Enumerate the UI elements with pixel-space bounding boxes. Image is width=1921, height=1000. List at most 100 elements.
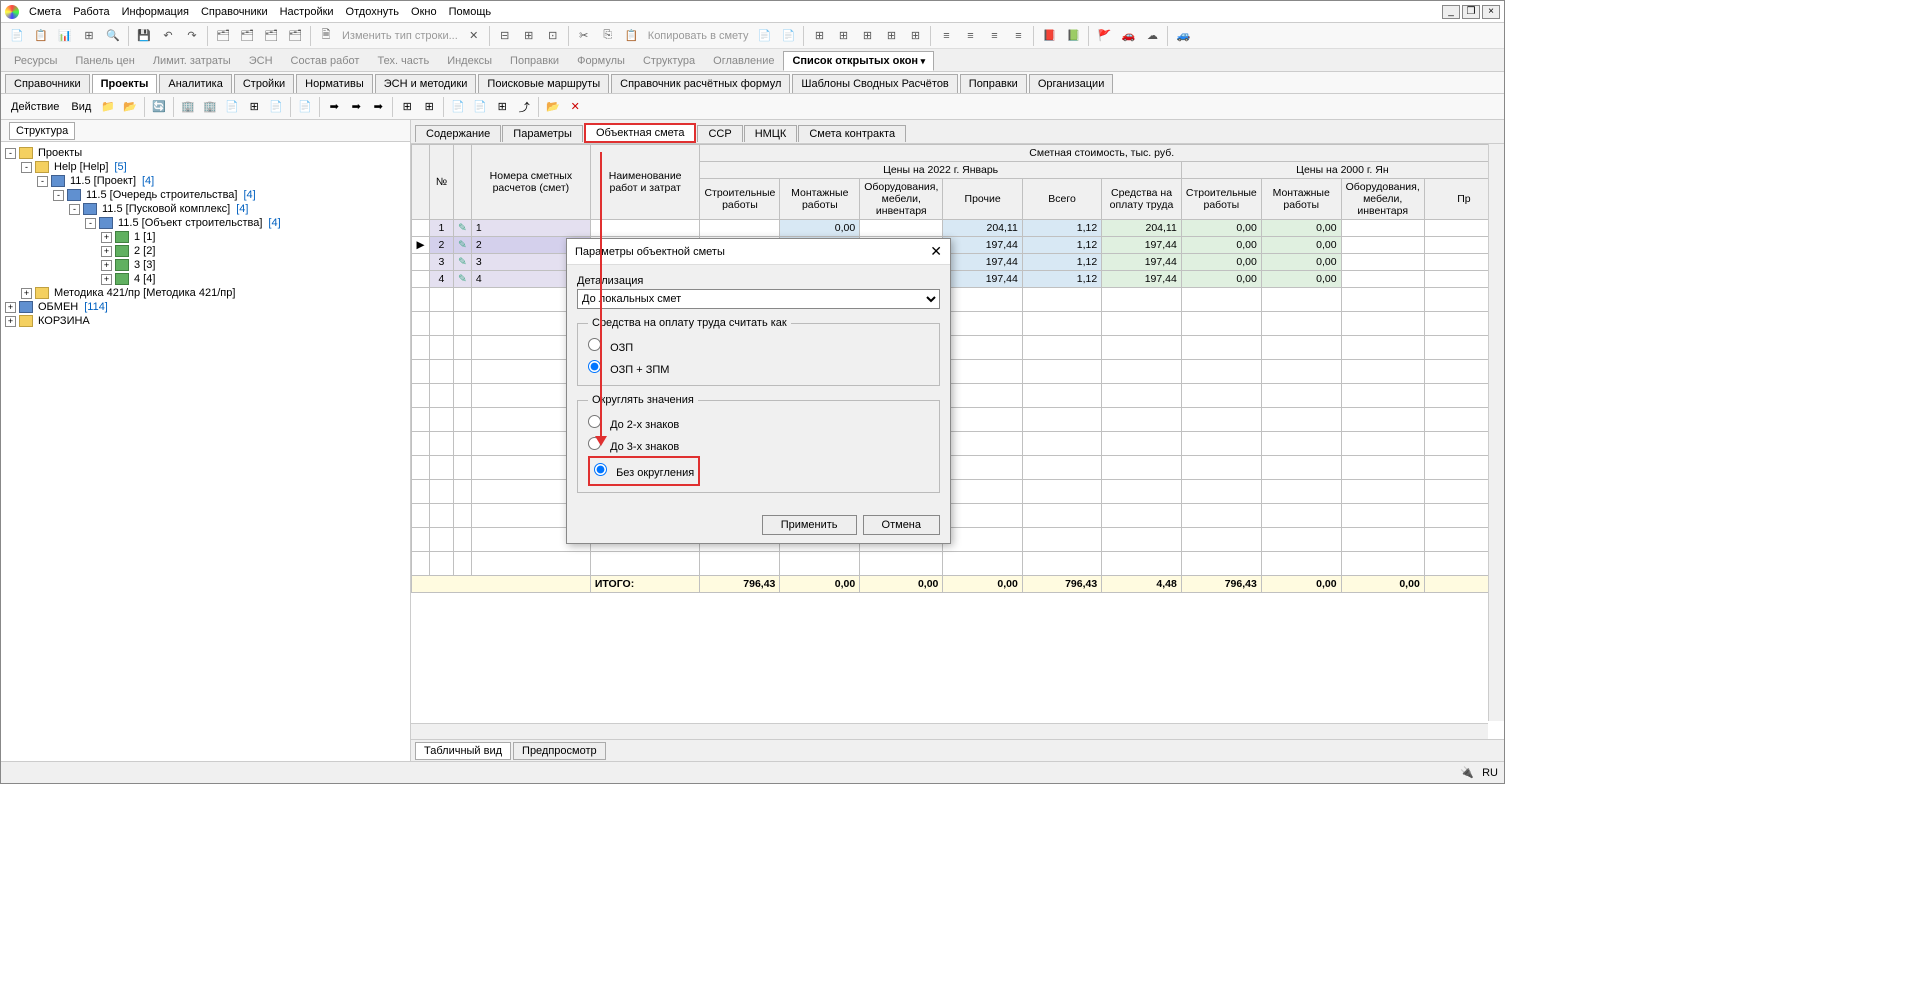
ctab-params[interactable]: Параметры [502,125,583,142]
tree-node[interactable]: +Методика 421/пр [Методика 421/пр] [5,286,406,300]
refresh-icon[interactable]: 🔄 [149,97,169,117]
tool-icon[interactable]: ⊞ [832,25,854,47]
vertical-scrollbar[interactable] [1488,144,1504,721]
close-icon[interactable]: ✕ [565,97,585,117]
tool-icon[interactable]: 📄 [448,97,468,117]
project-tree[interactable]: -Проекты-Help [Help][5]-11.5 [Проект][4]… [1,142,410,761]
round-opt-2[interactable]: До 2-х знаков [588,412,929,434]
ntab-esn[interactable]: ЭСН и методики [375,74,477,93]
horizontal-scrollbar[interactable] [411,723,1488,739]
change-line-type-button[interactable]: Изменить тип строки... [338,30,462,42]
expand-icon[interactable]: + [5,316,16,327]
ntab-orgs[interactable]: Организации [1029,74,1114,93]
expand-icon[interactable]: - [37,176,48,187]
expand-icon[interactable]: + [101,232,112,243]
tab-formulas[interactable]: Формулы [568,51,634,71]
tree-node[interactable]: +1 [1] [5,230,406,244]
ctab-content[interactable]: Содержание [415,125,501,142]
tool-icon[interactable]: ⊡ [542,25,564,47]
tool-icon[interactable]: ➡ [368,97,388,117]
save-icon[interactable]: 💾 [133,25,155,47]
menu-settings[interactable]: Настройки [274,4,340,20]
folder-icon[interactable]: 📂 [120,97,140,117]
ntab-corr[interactable]: Поправки [960,74,1027,93]
expand-icon[interactable]: + [21,288,32,299]
tool-icon[interactable]: 📄 [295,97,315,117]
cut-icon[interactable]: ✂ [573,25,595,47]
menu-help[interactable]: Помощь [443,4,498,20]
ntab-builds[interactable]: Стройки [234,74,294,93]
tool-icon[interactable]: 🏢 [178,97,198,117]
funds-opt-ozp[interactable]: ОЗП [588,335,929,357]
expand-icon[interactable]: - [21,162,32,173]
ctab-object-smeta[interactable]: Объектная смета [584,123,697,143]
menu-smeta[interactable]: Смета [23,4,67,20]
cancel-button[interactable]: Отмена [863,515,940,535]
tool-icon[interactable]: ⊞ [880,25,902,47]
structure-tab[interactable]: Структура [9,122,75,140]
tool-icon[interactable]: ⊞ [904,25,926,47]
tree-node[interactable]: +КОРЗИНА [5,314,406,328]
tree-node[interactable]: +3 [3] [5,258,406,272]
tab-esn[interactable]: ЭСН [240,51,282,71]
tool-icon[interactable]: ⊞ [856,25,878,47]
ntab-search[interactable]: Поисковые маршруты [478,74,609,93]
car-icon[interactable]: 🚗 [1117,25,1139,47]
tool-icon[interactable]: 📄 [222,97,242,117]
tool-icon[interactable]: 📄 [266,97,286,117]
expand-icon[interactable]: + [101,274,112,285]
tab-composition[interactable]: Состав работ [282,51,369,71]
tool-icon[interactable]: 🗂 [212,25,234,47]
book-icon[interactable]: 📗 [1062,25,1084,47]
ntab-projects[interactable]: Проекты [92,74,158,93]
tool-icon[interactable]: 📄 [6,25,28,47]
ntab-norms[interactable]: Нормативы [296,74,373,93]
menu-info[interactable]: Информация [116,4,195,20]
tree-node[interactable]: -11.5 [Проект][4] [5,174,406,188]
tree-node[interactable]: +4 [4] [5,272,406,286]
copy-to-smeta-button[interactable]: Копировать в смету [644,30,753,42]
tool-icon[interactable]: 📄 [470,97,490,117]
expand-icon[interactable]: + [5,302,16,313]
redo-icon[interactable]: ↷ [181,25,203,47]
menu-window[interactable]: Окно [405,4,443,20]
table-row[interactable]: 1✎10,00204,111,12204,110,000,00 [412,220,1504,237]
tab-indexes[interactable]: Индексы [438,51,501,71]
tool-icon[interactable]: 📋 [30,25,52,47]
tree-node[interactable]: -Help [Help][5] [5,160,406,174]
open-windows-dropdown[interactable]: Список открытых окон [783,51,934,71]
tool-icon[interactable]: ⊟ [494,25,516,47]
ctab-contract[interactable]: Смета контракта [798,125,906,142]
tab-resources[interactable]: Ресурсы [5,51,66,71]
round-opt-3[interactable]: До 3-х знаков [588,434,929,456]
tool-icon[interactable]: 🗂 [284,25,306,47]
tool-icon[interactable]: ⊞ [244,97,264,117]
book-icon[interactable]: 📕 [1038,25,1060,47]
tree-node[interactable]: +2 [2] [5,244,406,258]
tab-tech[interactable]: Тех. часть [368,51,438,71]
tool-icon[interactable]: 🗎 [315,25,337,47]
expand-icon[interactable]: + [101,260,112,271]
restore-button[interactable]: ❐ [1462,5,1480,19]
expand-icon[interactable]: - [69,204,80,215]
language-indicator[interactable]: RU [1482,767,1498,779]
close-button[interactable]: × [1482,5,1500,19]
bottom-tab-table[interactable]: Табличный вид [415,742,511,760]
menu-sprav[interactable]: Справочники [195,4,274,20]
tree-node[interactable]: +ОБМЕН[114] [5,300,406,314]
tool-icon[interactable]: ⊞ [492,97,512,117]
ctab-nmck[interactable]: НМЦК [744,125,798,142]
ntab-formulas[interactable]: Справочник расчётных формул [611,74,790,93]
paste-icon[interactable]: 📋 [621,25,643,47]
tool-icon[interactable]: ⊞ [419,97,439,117]
tool-icon[interactable]: 🏢 [200,97,220,117]
tool-icon[interactable]: 🗂 [236,25,258,47]
tree-node[interactable]: -Проекты [5,146,406,160]
tree-node[interactable]: -11.5 [Пусковой комплекс][4] [5,202,406,216]
menu-rabota[interactable]: Работа [67,4,115,20]
tree-node[interactable]: -11.5 [Объект строительства][4] [5,216,406,230]
expand-icon[interactable]: - [53,190,64,201]
dialog-close-icon[interactable]: ✕ [930,243,942,260]
ntab-analytics[interactable]: Аналитика [159,74,231,93]
folder-open-icon[interactable]: 📂 [543,97,563,117]
